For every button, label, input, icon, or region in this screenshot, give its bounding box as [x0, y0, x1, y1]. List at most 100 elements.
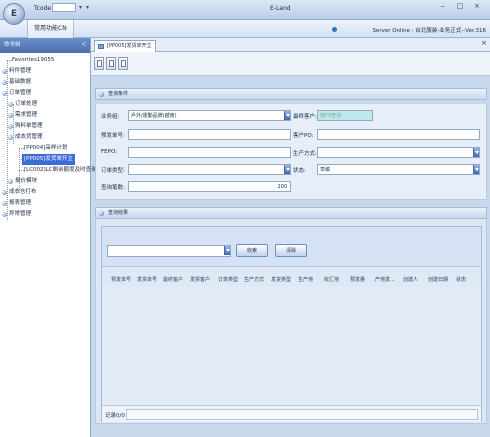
tcode-input[interactable] [52, 3, 76, 12]
column-header[interactable]: 发货单号 [137, 276, 157, 283]
command-tree: Favorites19055 料件管理 基础数据 订单管理 订单处理 需求管理 … [0, 55, 97, 220]
customer-po-label: 客户PO: [293, 133, 314, 139]
title-bar: E Tcode ▾ ▾ E-Land – □ × [0, 0, 490, 25]
quick-access-dropdown-icon[interactable]: ▾ [79, 4, 82, 11]
tree-item-order-processing[interactable]: 订单处理 [0, 99, 90, 110]
status-label: 状态: [293, 168, 306, 174]
folder-node-icon [2, 190, 7, 195]
folder-node-icon [8, 179, 13, 184]
quick-access-customize-icon[interactable]: ▾ [86, 4, 89, 11]
business-group-value: 戶外/運動品牌(越南) [131, 113, 177, 119]
column-header[interactable]: 发货类型 [271, 276, 291, 283]
copy-document-button[interactable] [106, 57, 116, 70]
grid-body[interactable] [102, 287, 481, 405]
grid-header: 预发单号 发货单号 最终客户 发票客户 订单类型 生产方式 发货类型 生产地 收… [102, 274, 481, 286]
menu-common-functions[interactable]: 常用功能CN [27, 20, 74, 38]
collapse-section-icon[interactable] [99, 92, 104, 97]
tree-item-garment-shipping[interactable]: 成衣货管理 [0, 132, 90, 143]
app-menu-button[interactable]: E [3, 3, 25, 25]
tree-item-demand-management[interactable]: 需求管理 [0, 110, 90, 121]
folder-node-icon [2, 201, 7, 206]
tree-item-pp005[interactable]: [PP005]发货单开立 [0, 154, 90, 165]
result-section-header[interactable]: 查询结果 [95, 207, 487, 219]
fepo-input[interactable] [128, 147, 291, 158]
pre-ship-no-input[interactable] [128, 129, 291, 140]
dropdown-arrow-icon[interactable] [284, 165, 290, 174]
order-type-select[interactable] [128, 164, 291, 175]
column-header[interactable]: 收汇地 [324, 276, 339, 283]
help-icon[interactable] [332, 27, 337, 32]
query-button[interactable]: 收索 [236, 244, 268, 257]
column-header[interactable]: 发票客户 [190, 276, 210, 283]
tree-item-order-management[interactable]: 订单管理 [0, 88, 90, 99]
minimize-button[interactable]: – [441, 2, 445, 10]
close-button[interactable]: × [474, 2, 480, 10]
folder-node-icon [2, 69, 7, 74]
production-method-select[interactable] [317, 147, 480, 158]
tree-item-purchase-orders[interactable]: 购料单管理 [0, 121, 90, 132]
final-customer-placeholder: 按F9查询 [320, 113, 342, 119]
maximize-button[interactable]: □ [457, 2, 464, 10]
column-header[interactable]: 状态 [456, 276, 466, 283]
pre-ship-no-label: 预发单号: [101, 133, 125, 139]
status-value: 草稿 [320, 167, 331, 173]
query-count-value: 200 [277, 184, 287, 190]
final-customer-field[interactable]: 按F9查询 [317, 110, 373, 121]
tree-item-pp004[interactable]: [PP004]采样计划 [0, 143, 90, 154]
tree-item-quotation[interactable]: 报价模块 [0, 176, 90, 187]
grid-pager: 记录0/0 [102, 405, 481, 422]
collapse-section-icon[interactable] [99, 211, 104, 216]
dropdown-arrow-icon[interactable] [473, 148, 479, 157]
fepo-label: FEPO: [101, 149, 118, 155]
column-header[interactable]: 生产地 [298, 276, 313, 283]
folder-node-icon [2, 80, 7, 85]
query-form: 业务组: 戶外/運動品牌(越南) 最终客户: 按F9查询 预发单号: 客户PO:… [95, 104, 487, 200]
query-count-label: 查询笔数: [101, 185, 125, 191]
query-count-input[interactable]: 200 [128, 181, 291, 192]
business-group-select[interactable]: 戶外/運動品牌(越南) [128, 110, 291, 121]
document-tabs: [PP005]发货单开立 × [91, 38, 490, 52]
result-grid-panel: 收索 清除 预发单号 发货单号 最终客户 发票客户 订单类型 生产方式 发货类型… [101, 226, 482, 422]
collapse-nav-icon[interactable]: ᐸ [82, 38, 86, 53]
record-count: 记录0/0 [105, 413, 125, 419]
tree-item-exceptions[interactable]: 异常管理 [0, 209, 90, 220]
column-header[interactable]: 生产方式 [244, 276, 264, 283]
server-status: Server Online : 台北服装-业务正式--Ver.316 [372, 28, 486, 34]
menu-bar: 常用功能CN Server Online : 台北服装-业务正式--Ver.31… [0, 20, 490, 38]
tree-item-lc002[interactable]: [LC002]LC剩余额度及时查询 [0, 165, 97, 176]
column-header[interactable]: 预发单号 [111, 276, 131, 283]
dropdown-arrow-icon[interactable] [284, 111, 290, 120]
close-tab-icon[interactable]: × [481, 39, 487, 47]
tree-item-garment-warehouse[interactable]: 成衣仓打布 [0, 187, 90, 198]
grid-search-combo[interactable] [107, 245, 231, 257]
window-title: E-Land [270, 5, 291, 12]
customer-po-input[interactable] [317, 129, 480, 140]
new-document-button[interactable] [94, 57, 104, 70]
result-section-title: 查询结果 [108, 210, 129, 216]
tree-item-basic-data[interactable]: 基础数据 [0, 77, 90, 88]
column-header[interactable]: 最终客户 [163, 276, 183, 283]
folder-node-icon [8, 113, 13, 118]
export-document-button[interactable] [118, 57, 128, 70]
production-method-label: 生产方式: [293, 151, 317, 157]
query-section-header[interactable]: 查询条件 [95, 88, 487, 100]
column-header[interactable]: 创建人 [403, 276, 418, 283]
dropdown-arrow-icon[interactable] [473, 165, 479, 174]
folder-node-icon [8, 135, 13, 140]
folder-node-icon [2, 91, 7, 96]
clear-button[interactable]: 清除 [275, 244, 307, 257]
tab-pp005[interactable]: [PP005]发货单开立 [94, 40, 157, 52]
status-bar [91, 428, 490, 437]
column-header[interactable]: 订单类型 [218, 276, 238, 283]
order-type-label: 订单类型: [101, 168, 125, 174]
tree-item-materials[interactable]: 料件管理 [0, 66, 90, 77]
column-header[interactable]: 预发量 [350, 276, 365, 283]
column-header[interactable]: 产地发... [375, 276, 395, 283]
status-select[interactable]: 草稿 [317, 164, 480, 175]
nav-header: 命令树 ᐸ [0, 38, 90, 53]
tree-item-reports[interactable]: 报表管理 [0, 198, 90, 209]
tree-item-favorites[interactable]: Favorites19055 [0, 55, 90, 66]
column-header[interactable]: 创建日期 [428, 276, 448, 283]
pager-navigation[interactable] [126, 409, 478, 420]
dropdown-arrow-icon[interactable] [224, 246, 230, 255]
